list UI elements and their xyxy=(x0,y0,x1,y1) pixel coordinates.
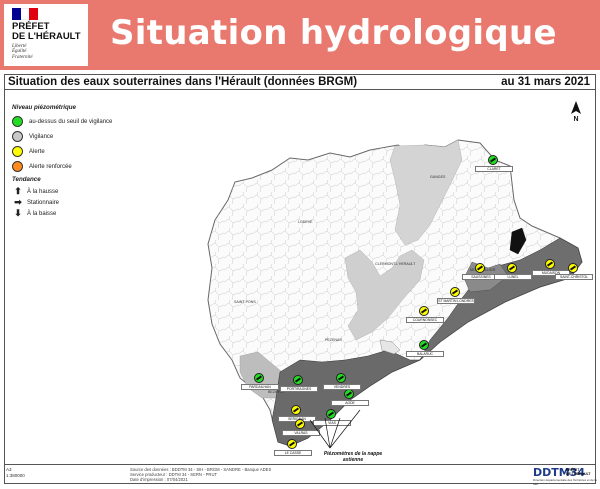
legend-trend-down: ⬇ À la baisse xyxy=(12,208,112,219)
orange-dot-icon xyxy=(12,161,23,172)
legend-trend-up: ⬆ À la hausse xyxy=(12,186,112,197)
arrow-right-icon: ➡ xyxy=(14,197,22,207)
green-dot-icon xyxy=(12,116,23,127)
legend-label-stable: Stationnaire xyxy=(27,199,60,206)
footer-divider xyxy=(4,464,596,465)
legend-trend-title: Tendance xyxy=(12,176,41,183)
ddtm-subtitle: Direction départementale des Territoires… xyxy=(533,478,597,486)
arrow-down-icon: ⬇ xyxy=(14,208,22,218)
legend-level-title: Niveau piézométrique xyxy=(12,104,76,111)
map-legend: Niveau piézométrique au-dessus du seuil … xyxy=(12,104,112,219)
pref-mini-line-2: DE L'HÉRAULT xyxy=(566,472,591,476)
arrow-up-icon: ⬆ xyxy=(14,186,22,196)
legend-label-alerte: Alerte xyxy=(29,148,45,155)
footer-source: Source des données : BDDTM 34 - SIH - BR… xyxy=(130,467,271,482)
grey-dot-icon xyxy=(12,131,23,142)
legend-item-alerte: Alerte xyxy=(12,144,112,159)
legend-item-vigilance: Vigilance xyxy=(12,129,112,144)
svg-text:N: N xyxy=(573,116,578,122)
yellow-dot-icon xyxy=(12,146,23,157)
legend-trend-stable: ➡ Stationnaire xyxy=(12,197,112,208)
annotation-arrows xyxy=(309,409,361,449)
footer-scale: A3 1:380000 xyxy=(6,467,25,478)
legend-label-above: au-dessus du seuil de vigilance xyxy=(29,118,113,125)
legend-label-alerte-renforcee: Alerte renforcée xyxy=(29,163,72,170)
source-line-3: Date d'impression : 07/04/2021 xyxy=(130,477,188,482)
north-arrow-icon: N xyxy=(571,101,581,122)
legend-item-alerte-renforcee: Alerte renforcée xyxy=(12,159,112,174)
astienne-annotation: Piézomètres de la nappe astienne xyxy=(323,451,383,463)
legend-label-down: À la baisse xyxy=(27,210,57,217)
prefecture-mini-logo: PRÉFET DE L'HÉRAULT xyxy=(566,468,590,476)
map-scale: 1:380000 xyxy=(6,472,25,478)
legend-label-vigilance: Vigilance xyxy=(29,133,54,140)
legend-item-above: au-dessus du seuil de vigilance xyxy=(12,114,112,129)
legend-label-up: À la hausse xyxy=(27,188,59,195)
